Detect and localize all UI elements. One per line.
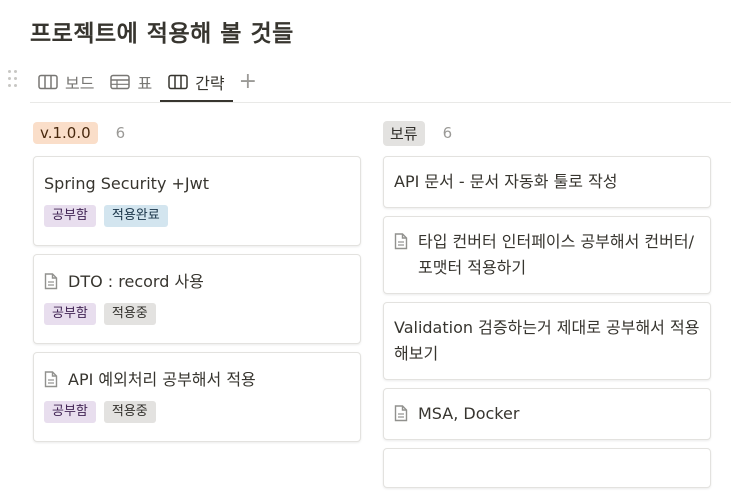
card-title: API 문서 - 문서 자동화 툴로 작성 xyxy=(394,172,618,191)
card-title: 타입 컨버터 인터페이스 공부해서 컨버터/포맷터 적용하기 xyxy=(394,229,700,281)
board-icon xyxy=(168,74,188,90)
tab-label: 표 xyxy=(137,74,153,93)
page-icon xyxy=(44,273,58,290)
column-header: 보류 6 xyxy=(383,118,711,148)
board-card[interactable]: DTO : record 사용 공부함 적용중 xyxy=(33,254,361,344)
page-icon xyxy=(394,405,408,422)
card-title: MSA, Docker xyxy=(394,401,700,427)
board-card[interactable]: MSA, Docker xyxy=(383,388,711,440)
tag: 공부함 xyxy=(44,303,96,325)
group-label[interactable]: 보류 xyxy=(383,120,425,146)
drag-handle-icon[interactable] xyxy=(8,70,18,88)
board-column-v100: v.1.0.0 6 Spring Security +Jwt 공부함 적용완료 … xyxy=(33,118,361,450)
page-icon xyxy=(394,233,408,250)
tab-board[interactable]: 보드 xyxy=(30,62,102,102)
board-card[interactable]: Validation 검증하는거 제대로 공부해서 적용해보기 xyxy=(383,302,711,380)
divider xyxy=(30,102,731,103)
board-card[interactable]: API 문서 - 문서 자동화 툴로 작성 xyxy=(383,156,711,208)
board-card[interactable]: 타입 컨버터 인터페이스 공부해서 컨버터/포맷터 적용하기 xyxy=(383,216,711,294)
tag: 적용완료 xyxy=(103,205,168,227)
board-card[interactable]: API 예외처리 공부해서 적용 공부함 적용중 xyxy=(33,352,361,442)
tag: 적용중 xyxy=(103,303,156,325)
tab-table[interactable]: 표 xyxy=(102,62,160,102)
page-icon xyxy=(44,371,58,388)
column-header: v.1.0.0 6 xyxy=(33,118,361,148)
board-card[interactable]: Spring Security +Jwt 공부함 적용완료 xyxy=(33,156,361,246)
group-label[interactable]: v.1.0.0 xyxy=(33,122,98,144)
board-column-hold: 보류 6 API 문서 - 문서 자동화 툴로 작성 타입 컨버터 인터페이스 … xyxy=(383,118,711,496)
card-title: DTO : record 사용 xyxy=(44,269,350,295)
tab-label: 간략 xyxy=(195,74,225,93)
page-title: 프로젝트에 적용해 볼 것들 xyxy=(30,21,294,47)
tag: 적용중 xyxy=(103,401,156,423)
tag: 공부함 xyxy=(44,205,96,227)
tag: 공부함 xyxy=(44,401,96,423)
board-icon xyxy=(38,74,58,90)
card-title: API 예외처리 공부해서 적용 xyxy=(44,367,350,393)
table-icon xyxy=(110,74,131,90)
tab-brief[interactable]: 간략 xyxy=(160,62,234,102)
add-view-button[interactable]: + xyxy=(239,62,257,102)
view-tabs: 보드 표 간략 + xyxy=(30,62,257,102)
tab-label: 보드 xyxy=(65,74,95,93)
board-card[interactable] xyxy=(383,448,711,488)
card-title: Validation 검증하는거 제대로 공부해서 적용해보기 xyxy=(394,318,700,363)
group-count: 6 xyxy=(442,124,453,142)
card-title: Spring Security +Jwt xyxy=(44,174,209,193)
group-count: 6 xyxy=(115,124,126,142)
